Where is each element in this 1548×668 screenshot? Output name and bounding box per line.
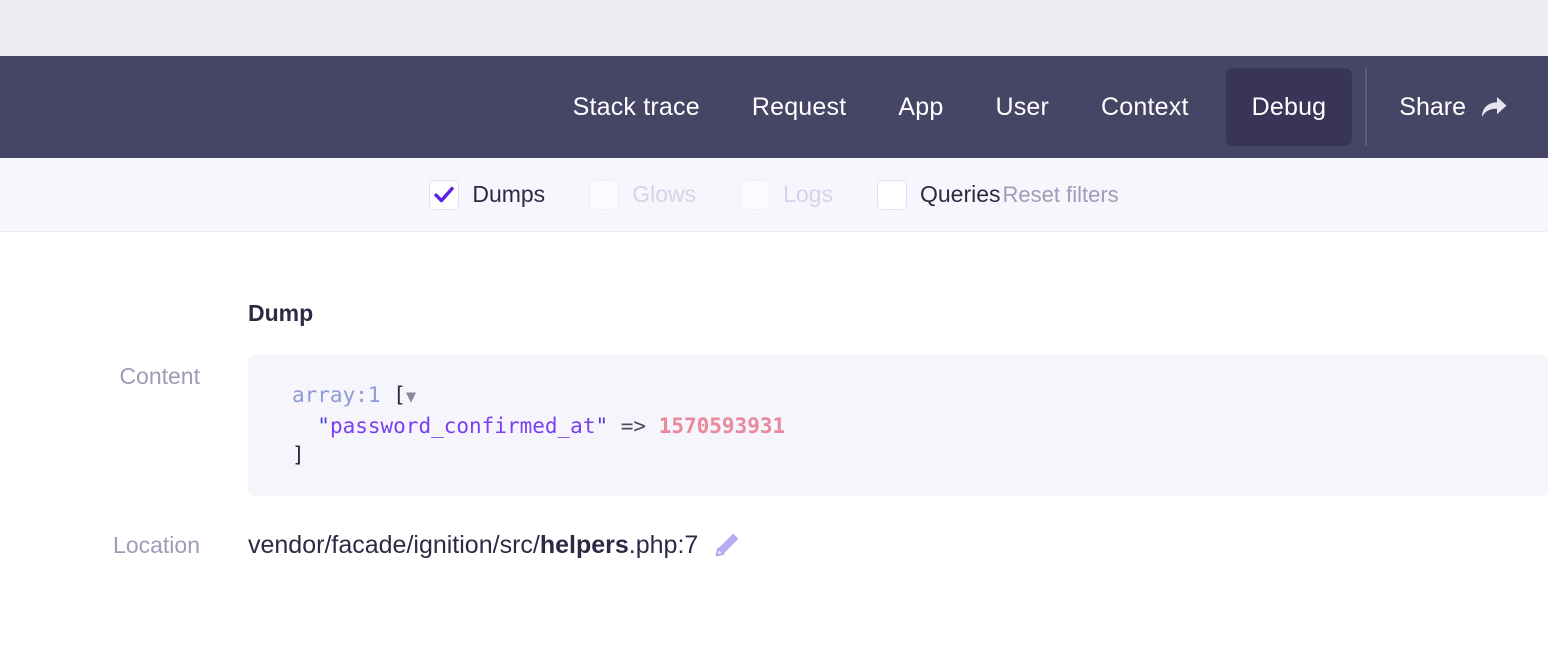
top-strip bbox=[0, 0, 1548, 56]
dump-heading: Dump bbox=[0, 232, 1548, 327]
tab-context[interactable]: Context bbox=[1075, 56, 1215, 158]
nav-divider bbox=[1365, 68, 1367, 146]
nav-tab-list: Stack trace Request App User Context Deb… bbox=[547, 56, 1548, 158]
checkbox-queries[interactable] bbox=[877, 180, 907, 210]
main-navbar: Stack trace Request App User Context Deb… bbox=[0, 56, 1548, 158]
tab-user-label: User bbox=[995, 93, 1049, 122]
tab-debug-label: Debug bbox=[1252, 93, 1327, 122]
code-key-quote-open: " bbox=[317, 414, 330, 438]
tab-user[interactable]: User bbox=[969, 56, 1075, 158]
code-arrow: => bbox=[608, 414, 659, 438]
filter-logs-label: Logs bbox=[783, 181, 833, 208]
filter-logs[interactable]: Logs bbox=[740, 180, 833, 210]
location-path-prefix: vendor/facade/ignition/src/ bbox=[248, 531, 540, 559]
code-array-type: array:1 bbox=[292, 383, 381, 407]
code-key-quote-close: " bbox=[595, 414, 608, 438]
tab-context-label: Context bbox=[1101, 93, 1189, 122]
checkbox-glows[interactable] bbox=[589, 180, 619, 210]
tab-request-label: Request bbox=[752, 93, 847, 122]
location-value-wrapper: vendor/facade/ignition/src/helpers.php:7 bbox=[200, 530, 1548, 560]
location-path-text: vendor/facade/ignition/src/helpers.php:7 bbox=[248, 531, 698, 560]
location-label: Location bbox=[0, 532, 200, 559]
tab-app-label: App bbox=[898, 93, 943, 122]
filter-dumps[interactable]: Dumps bbox=[429, 180, 545, 210]
content-label: Content bbox=[0, 355, 200, 390]
code-close-bracket: ] bbox=[292, 443, 305, 467]
dump-code-block[interactable]: array:1 [▼ "password_confirmed_at" => 15… bbox=[248, 355, 1548, 496]
code-key: password_confirmed_at bbox=[330, 414, 596, 438]
tab-stack-trace[interactable]: Stack trace bbox=[547, 56, 726, 158]
tab-app[interactable]: App bbox=[872, 56, 969, 158]
location-path-suffix: .php:7 bbox=[629, 531, 699, 559]
filter-bar: Dumps Glows Logs Queries Reset filters bbox=[0, 158, 1548, 232]
filter-dumps-label: Dumps bbox=[472, 181, 545, 208]
debug-content-panel: Dump Content array:1 [▼ "password_confir… bbox=[0, 232, 1548, 560]
checkbox-dumps[interactable] bbox=[429, 180, 459, 210]
tab-debug[interactable]: Debug bbox=[1226, 68, 1353, 146]
code-indent bbox=[292, 414, 317, 438]
checkbox-logs[interactable] bbox=[740, 180, 770, 210]
reset-filters-button[interactable]: Reset filters bbox=[1003, 182, 1119, 208]
location-path: vendor/facade/ignition/src/helpers.php:7 bbox=[248, 530, 1548, 560]
dump-content-row: Content array:1 [▼ "password_confirmed_a… bbox=[0, 355, 1548, 496]
share-button-label: Share bbox=[1399, 93, 1466, 122]
code-open-bracket: [ bbox=[381, 383, 406, 407]
dump-content-value: array:1 [▼ "password_confirmed_at" => 15… bbox=[200, 355, 1548, 496]
filter-queries[interactable]: Queries bbox=[877, 180, 1001, 210]
share-arrow-icon bbox=[1480, 94, 1508, 120]
tab-debug-wrapper: Debug bbox=[1215, 56, 1364, 158]
check-icon bbox=[433, 184, 455, 206]
dump-location-row: Location vendor/facade/ignition/src/help… bbox=[0, 530, 1548, 560]
share-button[interactable]: Share bbox=[1369, 56, 1548, 158]
collapse-caret-icon[interactable]: ▼ bbox=[406, 387, 416, 407]
filter-queries-label: Queries bbox=[920, 181, 1001, 208]
filter-glows-label: Glows bbox=[632, 181, 696, 208]
pencil-icon[interactable] bbox=[712, 530, 742, 560]
location-file-name: helpers bbox=[540, 531, 629, 559]
filter-glows[interactable]: Glows bbox=[589, 180, 696, 210]
code-value: 1570593931 bbox=[659, 414, 785, 438]
tab-stack-trace-label: Stack trace bbox=[573, 93, 700, 122]
tab-request[interactable]: Request bbox=[726, 56, 873, 158]
